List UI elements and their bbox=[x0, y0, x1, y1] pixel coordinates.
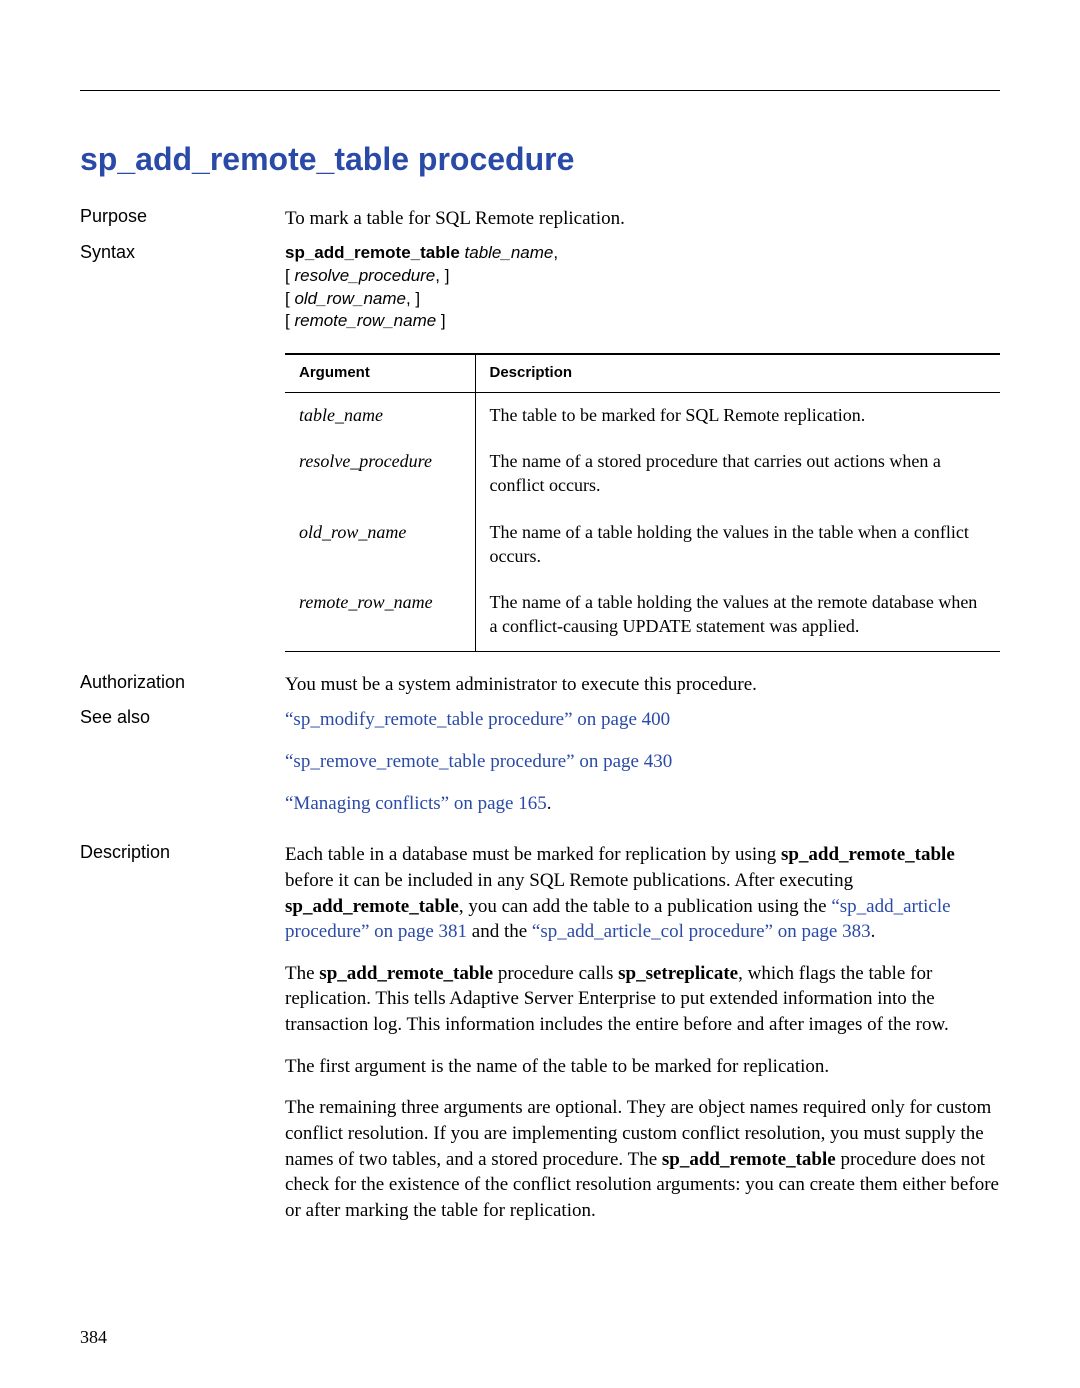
description-paragraph: The first argument is the name of the ta… bbox=[285, 1054, 1000, 1080]
desc-text: , you can add the table to a publication… bbox=[459, 896, 832, 917]
syntax-line-2: [ resolve_procedure, ] bbox=[285, 265, 1000, 288]
desc-bold: sp_setreplicate bbox=[618, 963, 738, 984]
desc-text: and the bbox=[467, 921, 532, 942]
syntax-arg-2: old_row_name bbox=[294, 289, 406, 308]
desc-bold: sp_add_remote_table bbox=[781, 844, 955, 865]
arg-name-cell: remote_row_name bbox=[285, 580, 475, 651]
desc-bold: sp_add_remote_table bbox=[662, 1149, 836, 1170]
syntax-close-3: ] bbox=[436, 311, 445, 330]
syntax-arg-1: resolve_procedure bbox=[294, 266, 435, 285]
syntax-comma-0: , bbox=[553, 243, 558, 262]
see-also-period: . bbox=[547, 793, 552, 814]
description-paragraph: The sp_add_remote_table procedure calls … bbox=[285, 961, 1000, 1038]
see-also-link[interactable]: “sp_modify_remote_table procedure” on pa… bbox=[285, 709, 670, 730]
purpose-text: To mark a table for SQL Remote replicati… bbox=[285, 206, 1000, 232]
arg-name-cell: old_row_name bbox=[285, 510, 475, 581]
desc-bold: sp_add_remote_table bbox=[319, 963, 493, 984]
syntax-close-1: , ] bbox=[435, 266, 449, 285]
desc-text: procedure calls bbox=[493, 963, 618, 984]
authorization-label: Authorization bbox=[80, 672, 285, 698]
syntax-arg-3: remote_row_name bbox=[294, 311, 436, 330]
syntax-label: Syntax bbox=[80, 242, 285, 662]
arg-name-cell: table_name bbox=[285, 392, 475, 439]
syntax-line-1: sp_add_remote_table table_name, bbox=[285, 242, 1000, 265]
desc-text: before it can be included in any SQL Rem… bbox=[285, 870, 853, 891]
args-header-argument: Argument bbox=[285, 354, 475, 392]
syntax-arg-0: table_name bbox=[460, 243, 554, 262]
description-paragraph: The remaining three arguments are option… bbox=[285, 1095, 1000, 1223]
arg-desc-cell: The table to be marked for SQL Remote re… bbox=[475, 392, 1000, 439]
arg-name-cell: resolve_procedure bbox=[285, 439, 475, 510]
table-row: remote_row_name The name of a table hold… bbox=[285, 580, 1000, 651]
arg-desc-cell: The name of a table holding the values a… bbox=[475, 580, 1000, 651]
see-also-link[interactable]: “sp_remove_remote_table procedure” on pa… bbox=[285, 751, 672, 772]
top-divider bbox=[80, 90, 1000, 91]
authorization-text: You must be a system administrator to ex… bbox=[285, 672, 1000, 698]
args-header-description: Description bbox=[475, 354, 1000, 392]
see-also-link[interactable]: “Managing conflicts” on page 165 bbox=[285, 793, 547, 814]
syntax-line-3: [ old_row_name, ] bbox=[285, 288, 1000, 311]
page-title: sp_add_remote_table procedure bbox=[80, 141, 1000, 178]
desc-text: Each table in a database must be marked … bbox=[285, 844, 781, 865]
purpose-label: Purpose bbox=[80, 206, 285, 232]
arg-desc-cell: The name of a table holding the values i… bbox=[475, 510, 1000, 581]
syntax-proc-name: sp_add_remote_table bbox=[285, 243, 460, 262]
desc-link[interactable]: “sp_add_article_col procedure” on page 3… bbox=[532, 921, 871, 942]
description-label: Description bbox=[80, 842, 285, 1239]
table-row: resolve_procedure The name of a stored p… bbox=[285, 439, 1000, 510]
page-number: 384 bbox=[80, 1327, 107, 1348]
table-row: table_name The table to be marked for SQ… bbox=[285, 392, 1000, 439]
syntax-close-2: , ] bbox=[406, 289, 420, 308]
desc-bold: sp_add_remote_table bbox=[285, 896, 459, 917]
arg-desc-cell: The name of a stored procedure that carr… bbox=[475, 439, 1000, 510]
see-also-label: See also bbox=[80, 707, 285, 832]
description-paragraph: Each table in a database must be marked … bbox=[285, 842, 1000, 945]
syntax-line-4: [ remote_row_name ] bbox=[285, 310, 1000, 333]
arguments-table: Argument Description table_name The tabl… bbox=[285, 353, 1000, 651]
desc-text: . bbox=[871, 921, 876, 942]
table-row: old_row_name The name of a table holding… bbox=[285, 510, 1000, 581]
desc-text: The bbox=[285, 963, 319, 984]
